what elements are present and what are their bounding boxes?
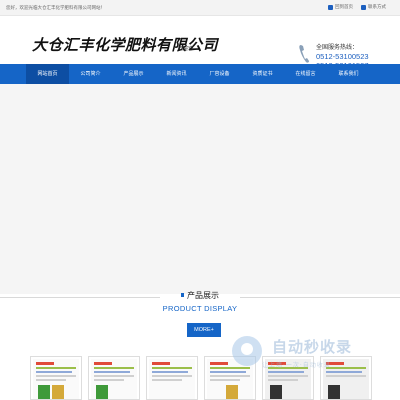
product-card[interactable] [30, 356, 82, 400]
nav-item-contact[interactable]: 联系我们 [327, 64, 370, 84]
flag-icon [181, 293, 184, 297]
contact-link-label: 联系方式 [368, 5, 386, 10]
banner [0, 84, 400, 294]
nav-item-message[interactable]: 在线留言 [284, 64, 327, 84]
logo-subtext: 欢迎您 [178, 46, 194, 52]
hotline-label: 全国服务热线： [316, 44, 359, 51]
product-image [91, 359, 137, 399]
products-subtitle: PRODUCT DISPLAY [162, 304, 238, 313]
watermark-text: 自动秒收录 [272, 338, 353, 356]
nav-item-home[interactable]: 网站首页 [26, 64, 69, 84]
product-card[interactable] [146, 356, 198, 400]
nav-item-about[interactable]: 公司简介 [69, 64, 112, 84]
products-title: 产品展示 [0, 290, 400, 301]
contact-icon [361, 4, 366, 10]
watermark-subtext: 让上墙·一次·自动收录 [262, 362, 331, 369]
more-button[interactable]: MORE+ [187, 323, 221, 337]
home-link[interactable]: 回到首页 [328, 4, 353, 10]
phone-number-1: 0512-53100523 [316, 52, 369, 61]
home-icon [328, 4, 333, 10]
products-title-text: 产品展示 [187, 291, 219, 300]
product-image [149, 359, 195, 399]
watermark: 自动秒收录 让上墙·一次·自动收录 [232, 334, 392, 394]
nav-item-products[interactable]: 产品展示 [112, 64, 155, 84]
product-card[interactable] [88, 356, 140, 400]
phone-icon [299, 45, 309, 63]
header: 大仓汇丰化学肥料有限公司 欢迎您 全国服务热线： 0512-53100523 0… [0, 16, 400, 70]
top-links: 回到首页 联系方式 [328, 4, 386, 10]
product-image [33, 359, 79, 399]
nav-item-equipment[interactable]: 厂容设备 [198, 64, 241, 84]
top-bar: 您好，欢迎光临大仓汇丰化学肥料有限公司网站！ 回到首页 联系方式 [0, 0, 400, 16]
main-nav: 网站首页 公司简介 产品展示 新闻资讯 厂容设备 资质证书 在线留言 联系我们 [0, 64, 400, 84]
home-link-label: 回到首页 [335, 5, 353, 10]
welcome-text: 您好，欢迎光临大仓汇丰化学肥料有限公司网站！ [6, 6, 105, 11]
contact-link[interactable]: 联系方式 [361, 4, 386, 10]
nav-item-news[interactable]: 新闻资讯 [155, 64, 198, 84]
nav-item-certificates[interactable]: 资质证书 [241, 64, 284, 84]
